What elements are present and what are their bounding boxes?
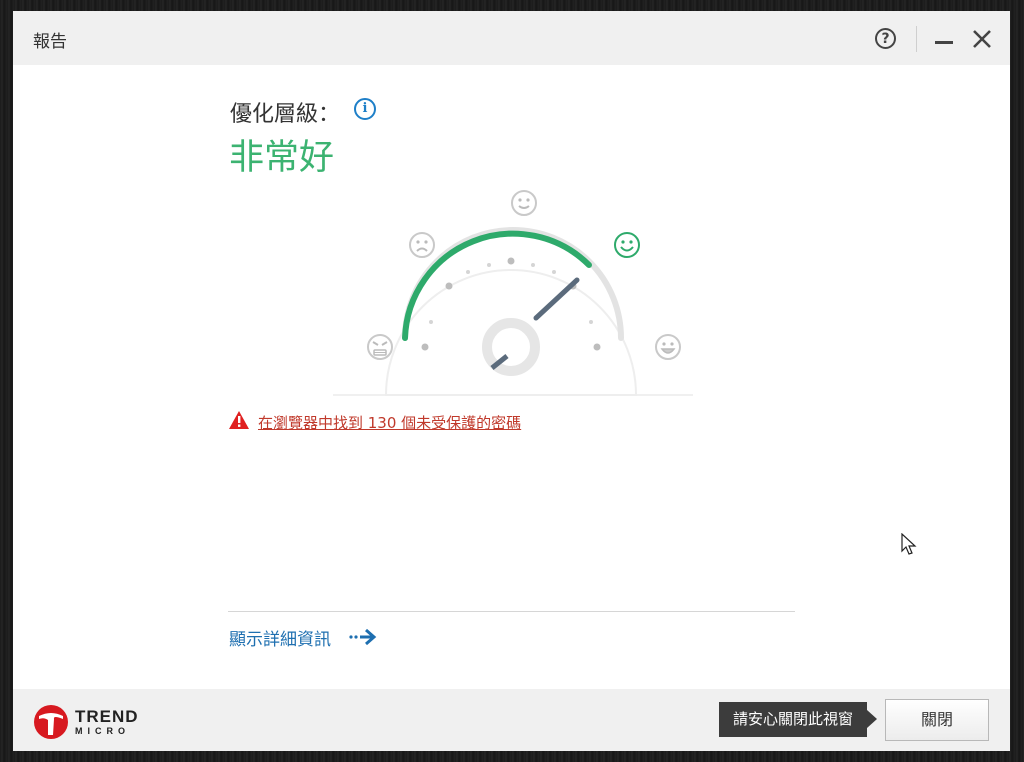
footer-bar: TREND MICRO 請安心關閉此視窗 關閉: [13, 689, 1010, 751]
trend-micro-logo-icon: [34, 705, 68, 739]
arrow-right-icon: [349, 628, 377, 646]
neutral-face-icon: [511, 190, 537, 216]
mouse-cursor-icon: [901, 533, 917, 555]
info-icon[interactable]: i: [354, 98, 376, 120]
content-divider: [228, 611, 795, 612]
minimize-button[interactable]: [933, 29, 955, 49]
close-icon: [973, 30, 991, 48]
angry-face-icon: [367, 334, 393, 360]
brand-name: TREND: [75, 707, 139, 726]
optimization-level-value: 非常好: [229, 138, 335, 178]
report-window: 報告 ? 優化層級： i 非常好 在瀏覽器中找到 130 個未受保護的密碼 顯示…: [13, 11, 1010, 751]
warning-icon: [229, 411, 249, 429]
title-bar: 報告 ?: [13, 11, 1010, 65]
show-details-link[interactable]: 顯示詳細資訊: [229, 625, 377, 650]
window-title: 報告: [33, 32, 67, 52]
close-window-button[interactable]: [971, 27, 993, 51]
optimization-gauge: [333, 190, 693, 396]
title-bar-divider: [916, 26, 917, 52]
help-icon[interactable]: ?: [875, 28, 896, 49]
optimization-level-label: 優化層級：: [230, 102, 341, 127]
close-button[interactable]: 關閉: [885, 699, 989, 741]
brand-subname: MICRO: [75, 726, 130, 736]
smile-face-icon: [614, 232, 640, 258]
unprotected-passwords-link[interactable]: 在瀏覽器中找到 130 個未受保護的密碼: [258, 412, 521, 433]
close-tooltip: 請安心關閉此視窗: [719, 702, 878, 737]
frown-face-icon: [409, 232, 435, 258]
show-details-label: 顯示詳細資訊: [229, 630, 331, 650]
grin-face-icon: [655, 334, 681, 360]
